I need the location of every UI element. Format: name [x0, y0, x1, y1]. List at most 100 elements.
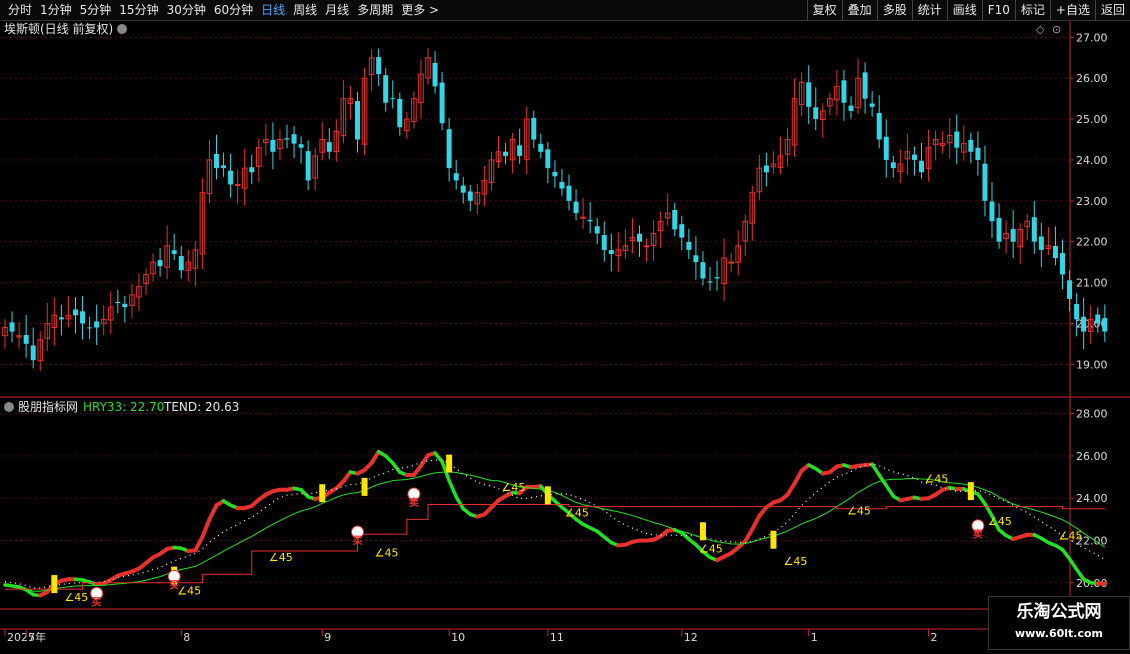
main-ytick-label: 22.00 [1076, 236, 1108, 249]
xaxis-label: 11 [550, 631, 564, 644]
signal-bar [446, 454, 453, 473]
indicator-trend-line [743, 527, 755, 544]
right-tools: 复权 叠加 多股 统计 画线 F10 标记 +自选 返回 [806, 0, 1130, 20]
tool-button-3[interactable]: 统计 [911, 0, 947, 20]
diamond-icon: ◇ [1036, 23, 1045, 36]
candle-body [841, 80, 847, 103]
candle-body [693, 255, 699, 263]
indicator-name: 股朋指标网 [18, 399, 78, 414]
ind-ytick-label: 26.00 [1076, 450, 1108, 463]
candle-body [869, 103, 875, 107]
xaxis-label: 8 [183, 631, 190, 644]
watermark-logo: 乐淘公式网 www.60lt.com [988, 596, 1130, 650]
candle-body [806, 82, 812, 107]
signal-bar [361, 477, 368, 496]
candle-body [171, 250, 177, 254]
period-tab-3[interactable]: 15分钟 [115, 1, 162, 19]
candle-body [390, 98, 396, 100]
period-tab-10[interactable]: 更多 > [397, 1, 443, 19]
period-tab-9[interactable]: 多周期 [353, 1, 397, 19]
chart-svg[interactable]: 27.0026.0025.0024.0023.0022.0021.0020.00… [0, 21, 1130, 650]
candle-body [707, 281, 713, 283]
tool-button-4[interactable]: 画线 [946, 0, 982, 20]
period-tab-5[interactable]: 60分钟 [210, 1, 257, 19]
candle-body [94, 321, 100, 328]
tool-button-2[interactable]: 多股 [876, 0, 912, 20]
angle-mark: ∠45 [565, 506, 589, 519]
candle-body [679, 224, 685, 238]
tool-button-7[interactable]: +自选 [1049, 0, 1095, 20]
period-tab-7[interactable]: 周线 [289, 1, 321, 19]
main-ytick-label: 26.00 [1076, 72, 1108, 85]
tool-button-1[interactable]: 叠加 [841, 0, 877, 20]
indicator-trend-line [207, 503, 219, 522]
candle-body [221, 165, 227, 169]
indicator-trend-line [200, 517, 212, 539]
xaxis-label: 2 [931, 631, 938, 644]
candle-body [566, 185, 572, 201]
candle-body [883, 136, 889, 160]
tool-button-0[interactable]: 复权 [806, 0, 842, 20]
candle-body [1038, 236, 1044, 250]
period-tabs: 分时 1分钟 5分钟 15分钟 30分钟 60分钟 日线 周线 月线 多周期 更多 > [4, 1, 443, 19]
angle-mark: ∠45 [784, 555, 808, 568]
signal-marker-text: 买 [353, 535, 363, 547]
indicator-trend-line [884, 483, 896, 498]
candle-body [989, 201, 995, 222]
signal-bar [770, 530, 777, 549]
indicator-trend-line [976, 492, 987, 506]
angle-mark: ∠45 [269, 551, 293, 564]
indicator-trend-line [447, 478, 458, 499]
candle-body [538, 143, 544, 152]
indicator-trend-line [870, 462, 881, 477]
ind-ytick-label: 24.00 [1076, 492, 1108, 505]
candle-body [545, 149, 551, 169]
xaxis-label: 10 [451, 631, 465, 644]
candle-body [291, 134, 297, 144]
candle-body [594, 226, 600, 234]
main-title: 埃斯顿(日线 前复权) [4, 21, 113, 36]
candle-body [975, 147, 981, 160]
candle-body [284, 138, 290, 140]
candle-body [728, 261, 734, 264]
candle-body [87, 327, 93, 329]
candle-body [503, 151, 509, 156]
candle-body [355, 101, 360, 140]
candle-body [157, 260, 163, 267]
period-tab-6[interactable]: 日线 [257, 1, 289, 19]
tend-label: TEND: 20.63 [163, 400, 239, 414]
angle-mark: ∠45 [64, 591, 88, 604]
candle-body [517, 145, 523, 156]
period-tab-0[interactable]: 分时 [4, 1, 36, 19]
top-toolbar: 分时 1分钟 5分钟 15分钟 30分钟 60分钟 日线 周线 月线 多周期 更多 > 复权 叠加 多股… [0, 0, 1130, 21]
indicator-trend-line [193, 534, 205, 553]
tool-button-6[interactable]: 标记 [1014, 0, 1050, 20]
period-tab-8[interactable]: 月线 [321, 1, 353, 19]
signal-marker-text: 买 [169, 579, 179, 591]
candle-body [122, 303, 128, 308]
candle-body [397, 98, 403, 128]
candle-body [968, 139, 974, 152]
ind-ytick-label: 28.00 [1076, 408, 1108, 421]
candle-body [552, 172, 558, 177]
tool-button-8[interactable]: 返回 [1094, 0, 1130, 20]
indicator-trend-line [454, 495, 465, 511]
angle-mark: ∠45 [925, 473, 949, 486]
period-tab-1[interactable]: 1分钟 [36, 1, 76, 19]
angle-mark: ∠45 [502, 481, 526, 494]
tool-button-5[interactable]: F10 [981, 0, 1015, 20]
candle-body [714, 277, 720, 279]
signal-marker-text: 买 [92, 596, 102, 608]
indicator-trend-line [750, 513, 762, 532]
candle-body [178, 256, 184, 271]
angle-mark: ∠45 [699, 542, 723, 555]
candle-body [249, 167, 255, 173]
period-tab-2[interactable]: 5分钟 [76, 1, 116, 19]
candle-body [214, 154, 219, 169]
signal-bar [967, 482, 974, 501]
candle-body [1010, 229, 1016, 242]
candle-body [848, 105, 854, 111]
period-tab-4[interactable]: 30分钟 [163, 1, 210, 19]
signal-marker-text: 卖 [409, 496, 419, 509]
candle-body [862, 72, 868, 99]
